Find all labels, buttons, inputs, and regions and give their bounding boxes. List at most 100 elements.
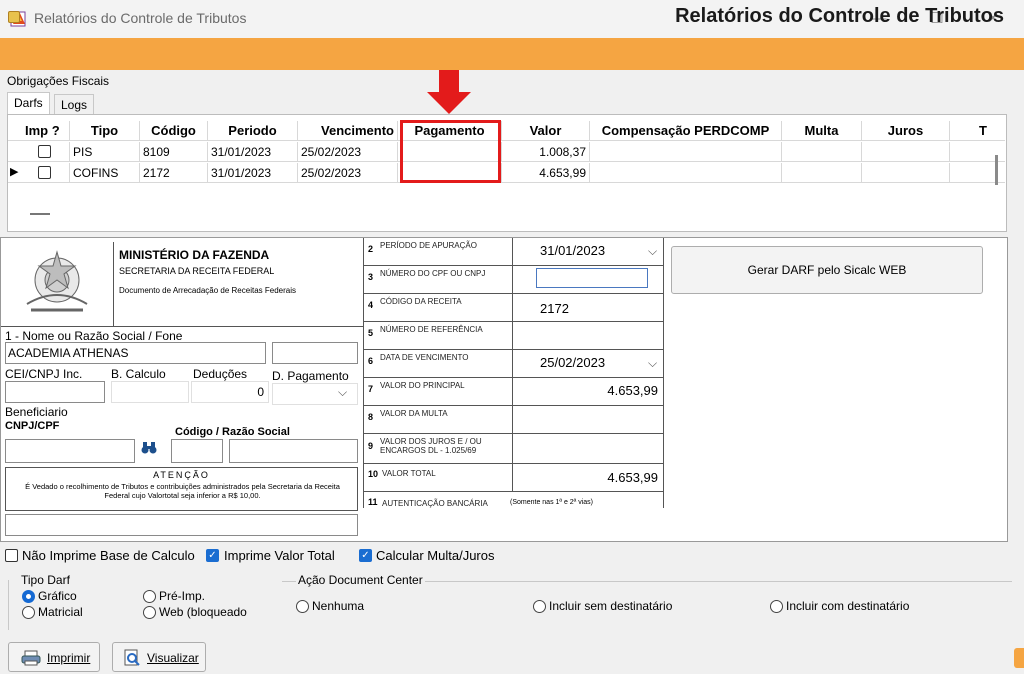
matricial-radio[interactable]: [22, 606, 35, 619]
row-codigo[interactable]: 2172: [140, 163, 208, 183]
documento-text: Documento de Arrecadação de Receitas Fed…: [119, 286, 296, 295]
razao-social-field[interactable]: [229, 439, 358, 463]
nome-label: 1 - Nome ou Razão Social / Fone: [5, 329, 183, 343]
chevron-down-icon[interactable]: ⌵: [648, 244, 657, 259]
field-11-label: AUTENTICAÇÃO BANCÁRIA: [382, 499, 488, 508]
atencao-text: É Vedado o recolhimento de Tributos e co…: [25, 482, 340, 500]
col-header-tipo[interactable]: Tipo: [70, 121, 140, 141]
table-row[interactable]: ▶ COFINS 2172 31/01/2023 25/02/2023 4.65…: [8, 163, 1005, 183]
incluir-com-label[interactable]: Incluir com destinatário: [786, 599, 909, 613]
current-row-indicator: ▶: [10, 166, 19, 178]
field-5-label: NÚMERO DE REFERÊNCIA: [380, 325, 483, 334]
imp-checkbox[interactable]: [38, 145, 51, 158]
incluir-sem-radio[interactable]: [533, 600, 546, 613]
nao-imprime-checkbox[interactable]: [5, 549, 18, 562]
row-juros[interactable]: [862, 163, 950, 183]
grafico-label[interactable]: Gráfico: [38, 589, 77, 603]
atencao-title: ATENÇÃO: [153, 470, 210, 480]
row-compensacao[interactable]: [590, 163, 782, 183]
cei-field[interactable]: [5, 381, 105, 403]
chevron-down-icon[interactable]: ⌵: [338, 385, 347, 400]
codigo-field[interactable]: [171, 439, 223, 463]
cnpjcpf-field[interactable]: [5, 439, 135, 463]
col-header-multa[interactable]: Multa: [782, 121, 862, 141]
cnpjcpf-label: CNPJ/CPF: [5, 420, 60, 432]
grafico-radio[interactable]: [22, 590, 35, 603]
exit-button[interactable]: [1014, 648, 1024, 668]
incluir-sem-label[interactable]: Incluir sem destinatário: [549, 599, 672, 613]
chevron-down-icon[interactable]: ⌵: [648, 356, 657, 371]
visualizar-button[interactable]: Visualizar: [112, 642, 206, 672]
row-juros[interactable]: [862, 142, 950, 162]
row-periodo[interactable]: 31/01/2023: [208, 142, 298, 162]
row-multa[interactable]: [782, 163, 862, 183]
codigo-receita-value[interactable]: 2172: [540, 301, 569, 316]
col-header-juros[interactable]: Juros: [862, 121, 950, 141]
dpagamento-label: D. Pagamento: [272, 369, 349, 383]
observacao-field[interactable]: [5, 514, 358, 536]
field-3-label: NÚMERO DO CPF OU CNPJ: [380, 269, 486, 278]
col-header-compensacao[interactable]: Compensação PERDCOMP: [590, 121, 782, 141]
cpf-cnpj-input[interactable]: [536, 268, 648, 288]
preview-icon: [123, 649, 141, 670]
nenhuma-label[interactable]: Nenhuma: [312, 599, 364, 613]
field-5-number: 5: [368, 328, 374, 338]
calcular-label[interactable]: Calcular Multa/Juros: [376, 548, 495, 563]
web-radio[interactable]: [143, 606, 156, 619]
fields-divider: [512, 238, 513, 492]
grid-header-row: Imp ? Tipo Código Periodo Vencimento Pag…: [8, 121, 1005, 141]
preimp-label[interactable]: Pré-Imp.: [159, 589, 205, 603]
calculo-field[interactable]: [111, 381, 189, 403]
field-2-label: PERÍODO DE APURAÇÃO: [380, 241, 477, 250]
info-icon[interactable]: [8, 11, 20, 23]
row-codigo[interactable]: 8109: [140, 142, 208, 162]
field-10-number: 10: [368, 469, 379, 479]
nome-field[interactable]: ACADEMIA ATHENAS: [5, 342, 266, 364]
grid-scrollbar-thumb[interactable]: [995, 155, 998, 185]
imprime-valor-label[interactable]: Imprime Valor Total: [224, 548, 335, 563]
col-header-codigo[interactable]: Código: [140, 121, 208, 141]
col-header-extra[interactable]: T: [950, 121, 990, 141]
row-vencimento[interactable]: 25/02/2023: [298, 142, 398, 162]
col-header-imp[interactable]: Imp ?: [22, 121, 70, 141]
fone-field[interactable]: [272, 342, 358, 364]
matricial-label[interactable]: Matricial: [38, 605, 83, 619]
imprimir-button[interactable]: Imprimir: [8, 642, 100, 672]
field-9-label: VALOR DOS JUROS E / OU ENCARGOS DL - 1.0…: [380, 437, 482, 455]
row-imp-cell[interactable]: [22, 142, 70, 162]
col-header-periodo[interactable]: Periodo: [208, 121, 298, 141]
field-4-label: CÓDIGO DA RECEITA: [380, 297, 462, 306]
nao-imprime-label[interactable]: Não Imprime Base de Calculo: [22, 548, 195, 563]
col-header-vencimento[interactable]: Vencimento: [298, 121, 398, 141]
row-valor[interactable]: 4.653,99: [502, 163, 590, 183]
row-valor[interactable]: 1.008,37: [502, 142, 590, 162]
deducoes-field[interactable]: 0: [191, 381, 269, 403]
section-title: Obrigações Fiscais: [7, 74, 110, 88]
row-periodo[interactable]: 31/01/2023: [208, 163, 298, 183]
incluir-com-radio[interactable]: [770, 600, 783, 613]
gerar-darf-button[interactable]: Gerar DARF pelo Sicalc WEB: [671, 246, 983, 294]
imprime-valor-checkbox[interactable]: ✓: [206, 549, 219, 562]
col-header-valor[interactable]: Valor: [502, 121, 590, 141]
binoculars-icon[interactable]: [141, 441, 157, 458]
imp-checkbox[interactable]: [38, 166, 51, 179]
field-3-number: 3: [368, 272, 374, 282]
row-compensacao[interactable]: [590, 142, 782, 162]
row-imp-cell[interactable]: [22, 163, 70, 183]
calcular-checkbox[interactable]: ✓: [359, 549, 372, 562]
table-row[interactable]: PIS 8109 31/01/2023 25/02/2023 1.008,37: [8, 142, 1005, 162]
grid-splitter-handle[interactable]: [30, 213, 50, 215]
preimp-radio[interactable]: [143, 590, 156, 603]
row-multa[interactable]: [782, 142, 862, 162]
data-vencimento-value[interactable]: 25/02/2023: [540, 355, 605, 370]
row-tipo[interactable]: COFINS: [70, 163, 140, 183]
nenhuma-radio[interactable]: [296, 600, 309, 613]
valor-principal-value[interactable]: 4.653,99: [540, 383, 658, 398]
web-label[interactable]: Web (bloqueado: [159, 605, 247, 619]
valor-total-value[interactable]: 4.653,99: [540, 470, 658, 485]
tab-logs[interactable]: Logs: [54, 94, 95, 114]
periodo-apuracao-value[interactable]: 31/01/2023: [540, 243, 605, 258]
row-tipo[interactable]: PIS: [70, 142, 140, 162]
tab-darfs[interactable]: Darfs: [7, 92, 50, 114]
row-vencimento[interactable]: 25/02/2023: [298, 163, 398, 183]
